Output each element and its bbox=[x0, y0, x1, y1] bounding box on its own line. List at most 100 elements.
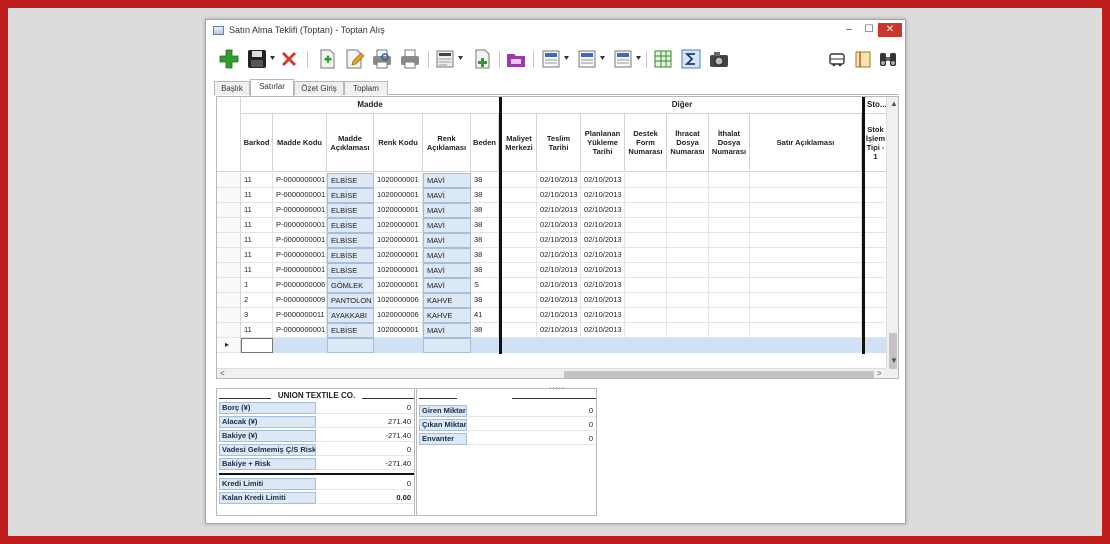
column-header[interactable]: Stok İşlem Tipi - 1 bbox=[865, 114, 887, 172]
grid-cell[interactable] bbox=[709, 203, 750, 218]
grid-cell[interactable] bbox=[625, 248, 667, 263]
grid-cell[interactable]: 02/10/2013 bbox=[581, 248, 625, 263]
grid-cell[interactable] bbox=[750, 308, 862, 323]
grid-cell[interactable]: 02/10/2013 bbox=[581, 278, 625, 293]
add-icon[interactable] bbox=[218, 48, 240, 70]
grid-cell[interactable]: 11 bbox=[241, 188, 273, 203]
grid-cell[interactable]: 02/10/2013 bbox=[581, 173, 625, 188]
row-selector[interactable] bbox=[217, 233, 241, 248]
grid-cell[interactable]: ELBİSE bbox=[327, 203, 374, 218]
close-button[interactable]: ✕ bbox=[878, 23, 902, 37]
grid-cell[interactable]: MAVİ bbox=[423, 233, 471, 248]
grid-cell[interactable] bbox=[667, 173, 709, 188]
grid-cell[interactable] bbox=[865, 308, 887, 323]
horizontal-scrollbar[interactable]: < > bbox=[217, 368, 887, 378]
grid-cell[interactable]: 02/10/2013 bbox=[537, 203, 581, 218]
grid-cell[interactable]: 02/10/2013 bbox=[581, 218, 625, 233]
grid-cell[interactable]: P-0000000006 bbox=[273, 278, 327, 293]
grid-cell[interactable]: 1020000001 bbox=[374, 203, 423, 218]
row-selector[interactable] bbox=[217, 248, 241, 263]
grid-cell[interactable]: KAHVE bbox=[423, 308, 471, 323]
grid-cell[interactable]: 02/10/2013 bbox=[581, 233, 625, 248]
grid-cell[interactable]: PANTOLON bbox=[327, 293, 374, 308]
row-selector[interactable] bbox=[217, 278, 241, 293]
row-selector[interactable] bbox=[217, 218, 241, 233]
grid-cell[interactable]: MAVİ bbox=[423, 173, 471, 188]
grid-cell[interactable]: ELBİSE bbox=[327, 323, 374, 338]
grid-cell[interactable]: KAHVE bbox=[423, 293, 471, 308]
grid-cell[interactable] bbox=[709, 293, 750, 308]
column-header[interactable]: Renk Açıklaması bbox=[423, 114, 471, 172]
grid-cell[interactable] bbox=[625, 173, 667, 188]
row-selector[interactable] bbox=[217, 293, 241, 308]
grid-cell[interactable] bbox=[750, 188, 862, 203]
grid-cell[interactable] bbox=[865, 188, 887, 203]
grid-cell[interactable] bbox=[667, 188, 709, 203]
grid-cell[interactable]: 1020000001 bbox=[374, 188, 423, 203]
grid-cell[interactable]: 1020000001 bbox=[374, 323, 423, 338]
vertical-scrollbar[interactable]: ▲ ▼ bbox=[886, 97, 898, 378]
grid-cell[interactable] bbox=[709, 173, 750, 188]
grid-cell[interactable]: 02/10/2013 bbox=[581, 293, 625, 308]
grid-cell[interactable] bbox=[865, 293, 887, 308]
grid-cell[interactable] bbox=[502, 218, 537, 233]
export-dropdown-icon[interactable] bbox=[636, 56, 641, 60]
grid-cell[interactable]: 1020000001 bbox=[374, 233, 423, 248]
grid-cell[interactable]: 11 bbox=[241, 233, 273, 248]
new-row-barcode-input[interactable] bbox=[241, 338, 273, 353]
grid-cell[interactable] bbox=[750, 263, 862, 278]
tab-ozet-giris[interactable]: Özet Giriş bbox=[294, 81, 344, 95]
grid-cell[interactable]: 1020000001 bbox=[374, 278, 423, 293]
grid-cell[interactable]: 2 bbox=[241, 293, 273, 308]
grid-cell[interactable] bbox=[750, 248, 862, 263]
scroll-right-icon[interactable]: > bbox=[877, 369, 882, 378]
grid-cell[interactable]: 11 bbox=[241, 263, 273, 278]
grid-cell[interactable] bbox=[750, 323, 862, 338]
grid-cell[interactable] bbox=[502, 323, 537, 338]
grid-cell[interactable]: MAVİ bbox=[423, 323, 471, 338]
grid-cell[interactable]: 02/10/2013 bbox=[537, 173, 581, 188]
grid-cell[interactable]: AYAKKABI bbox=[327, 308, 374, 323]
grid-cell[interactable]: 3 bbox=[241, 308, 273, 323]
column-header[interactable]: Teslim Tarihi bbox=[537, 114, 581, 172]
new-row-lookup-cell[interactable] bbox=[423, 338, 471, 353]
grid-cell[interactable] bbox=[667, 233, 709, 248]
grid-cell[interactable] bbox=[502, 173, 537, 188]
grid-cell[interactable]: 38 bbox=[471, 263, 499, 278]
tab-baslik[interactable]: Başlık bbox=[214, 81, 250, 95]
grid-cell[interactable] bbox=[502, 308, 537, 323]
column-header[interactable]: İhracat Dosya Numarası bbox=[667, 114, 709, 172]
grid-cell[interactable]: P-0000000001 bbox=[273, 263, 327, 278]
grid-cell[interactable]: 38 bbox=[471, 188, 499, 203]
grid-cell[interactable] bbox=[750, 173, 862, 188]
row-selector[interactable] bbox=[217, 323, 241, 338]
spreadsheet-icon[interactable] bbox=[652, 48, 674, 70]
grid-cell[interactable]: ELBİSE bbox=[327, 218, 374, 233]
grid-cell[interactable]: MAVİ bbox=[423, 278, 471, 293]
grid-cell[interactable] bbox=[502, 188, 537, 203]
scroll-up-icon[interactable]: ▲ bbox=[890, 99, 898, 109]
grid-cell[interactable] bbox=[667, 323, 709, 338]
grid-cell[interactable]: 1 bbox=[241, 278, 273, 293]
grid-cell[interactable]: ELBİSE bbox=[327, 248, 374, 263]
column-header[interactable]: Madde Açıklaması bbox=[327, 114, 374, 172]
grid-cell[interactable] bbox=[865, 173, 887, 188]
grid-cell[interactable]: 02/10/2013 bbox=[581, 188, 625, 203]
grid-cell[interactable] bbox=[625, 263, 667, 278]
grid-cell[interactable] bbox=[865, 323, 887, 338]
grid-cell[interactable] bbox=[709, 278, 750, 293]
scroll-down-icon[interactable]: ▼ bbox=[890, 356, 898, 366]
notebook-icon[interactable] bbox=[852, 48, 874, 70]
grid-cell[interactable]: P-0000000001 bbox=[273, 188, 327, 203]
column-header[interactable]: Madde Kodu bbox=[273, 114, 327, 172]
row-selector[interactable] bbox=[217, 188, 241, 203]
grid-cell[interactable] bbox=[865, 263, 887, 278]
grid-cell[interactable]: P-0000000001 bbox=[273, 218, 327, 233]
grid-cell[interactable] bbox=[865, 203, 887, 218]
grid-cell[interactable] bbox=[667, 293, 709, 308]
grid-cell[interactable] bbox=[502, 233, 537, 248]
grid-cell[interactable] bbox=[667, 248, 709, 263]
grid-cell[interactable]: 02/10/2013 bbox=[581, 263, 625, 278]
grid-cell[interactable] bbox=[625, 188, 667, 203]
grid-cell[interactable] bbox=[865, 233, 887, 248]
